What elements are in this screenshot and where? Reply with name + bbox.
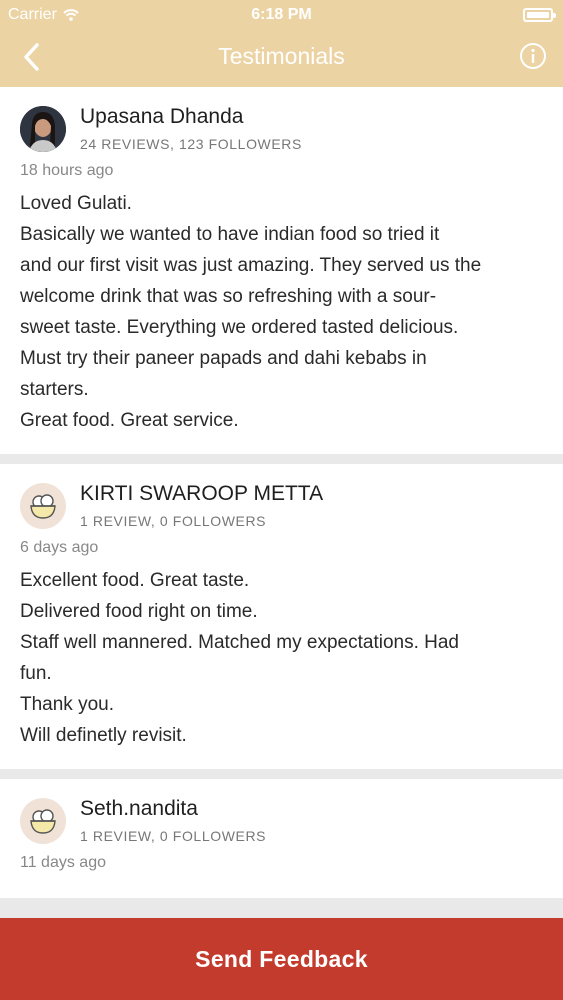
user-photo-icon	[20, 105, 66, 152]
review-author: Upasana Dhanda 24 REVIEWS, 123 FOLLOWERS	[20, 105, 543, 152]
review-time: 18 hours ago	[20, 162, 114, 179]
status-time: 6:18 PM	[251, 6, 312, 23]
review-card: Seth.nandita 1 REVIEW, 0 FOLLOWERS 11 da…	[0, 779, 563, 898]
review-line: Delivered food right on time.	[20, 601, 258, 622]
send-feedback-label: Send Feedback	[195, 945, 368, 972]
review-line: welcome drink that was so refreshing wit…	[20, 286, 437, 307]
review-line: Thank you.	[20, 694, 114, 715]
status-bar: Carrier 6:18 PM	[0, 0, 563, 30]
review-text: Loved Gulati. Basically we wanted to hav…	[20, 188, 543, 436]
review-card: Upasana Dhanda 24 REVIEWS, 123 FOLLOWERS…	[0, 87, 563, 454]
review-text: Excellent food. Great taste. Delivered f…	[20, 565, 543, 751]
ice-cream-icon	[30, 493, 56, 519]
review-line: Staff well mannered. Matched my expectat…	[20, 632, 459, 653]
review-author: Seth.nandita 1 REVIEW, 0 FOLLOWERS	[20, 797, 543, 844]
page-title: Testimonials	[218, 43, 345, 69]
author-name[interactable]: Seth.nandita	[80, 797, 266, 821]
review-line: starters.	[20, 379, 89, 400]
author-stats: 1 REVIEW, 0 FOLLOWERS	[80, 513, 267, 529]
review-line: Loved Gulati.	[20, 193, 132, 214]
review-line: Excellent food. Great taste.	[20, 570, 250, 591]
ice-cream-icon	[30, 808, 56, 834]
avatar[interactable]	[20, 482, 66, 529]
battery-icon	[523, 8, 556, 22]
avatar[interactable]	[20, 797, 66, 844]
review-line: sweet taste. Everything we ordered taste…	[20, 317, 459, 338]
review-author: KIRTI SWAROOP METTA 1 REVIEW, 0 FOLLOWER…	[20, 482, 543, 529]
info-icon	[520, 43, 546, 69]
review-line: and our first visit was just amazing. Th…	[20, 255, 482, 276]
avatar[interactable]	[20, 105, 66, 152]
author-stats: 24 REVIEWS, 123 FOLLOWERS	[80, 136, 302, 152]
review-line: fun.	[20, 663, 52, 684]
author-name[interactable]: KIRTI SWAROOP METTA	[80, 482, 323, 506]
review-time: 11 days ago	[20, 854, 106, 871]
send-feedback-button[interactable]: Send Feedback	[0, 918, 563, 1000]
review-line: Basically we wanted to have indian food …	[20, 224, 440, 245]
app-header: Carrier 6:18 PM Testimonials	[0, 0, 563, 87]
review-card: KIRTI SWAROOP METTA 1 REVIEW, 0 FOLLOWER…	[0, 464, 563, 769]
review-line: Must try their paneer papads and dahi ke…	[20, 348, 427, 369]
review-line: Will definetly revisit.	[20, 725, 187, 746]
info-button[interactable]	[519, 42, 549, 72]
author-stats: 1 REVIEW, 0 FOLLOWERS	[80, 828, 267, 844]
nav-bar: Testimonials	[0, 30, 563, 87]
review-line: Great food. Great service.	[20, 410, 239, 431]
author-name[interactable]: Upasana Dhanda	[80, 105, 302, 129]
testimonial-feed[interactable]: Upasana Dhanda 24 REVIEWS, 123 FOLLOWERS…	[0, 87, 563, 918]
review-time: 6 days ago	[20, 539, 99, 556]
